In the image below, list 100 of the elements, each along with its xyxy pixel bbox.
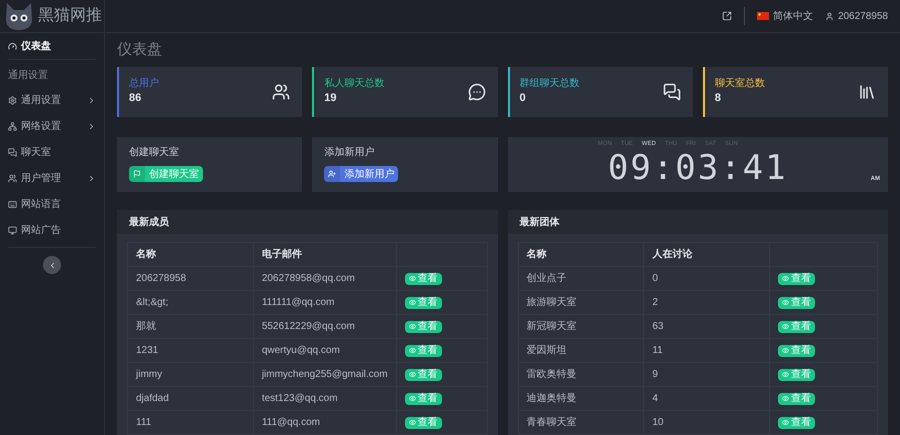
stat-value: 0 (520, 90, 527, 106)
chevron-icon (87, 96, 96, 104)
table-cell: 0 (652, 273, 658, 284)
bookshelf-icon (858, 83, 876, 101)
sidebar-item[interactable]: 网络设置 (0, 113, 104, 139)
sidebar-section-label: 通用设置 (7, 68, 49, 83)
card-title: 最新成员 (129, 215, 169, 230)
eye-icon (782, 275, 790, 282)
table-cell: 爱因斯坦 (526, 345, 566, 356)
eye-icon (782, 371, 790, 378)
column-header: 名称 (136, 249, 156, 260)
table-cell: djafdad (136, 393, 169, 404)
action-button[interactable]: 创建聊天室 (129, 166, 203, 182)
view-button[interactable]: 查看 (404, 392, 442, 404)
user-plus-icon (328, 170, 336, 178)
table-cell: 青春聊天室 (526, 417, 576, 428)
table-cell: &lt;&gt; (136, 297, 168, 308)
eye-icon (408, 347, 416, 354)
stat-label: 群组聊天总数 (520, 78, 580, 90)
table-cell: 旅游聊天室 (526, 297, 576, 308)
sidebar-item[interactable]: 用户管理 (0, 165, 104, 191)
table-cell: 1231 (136, 345, 158, 356)
table-cell: 9 (652, 369, 658, 380)
network-icon (8, 122, 17, 130)
table-cell: 206278958@qq.com (262, 273, 355, 284)
stat-label: 总用户 (129, 78, 159, 90)
table-cell: 10 (652, 417, 664, 428)
table-cell: 迪迦奥特曼 (526, 393, 576, 404)
table-cell: qwertyu@qq.com (262, 345, 340, 356)
cat-logo-icon (4, 1, 34, 31)
table-cell: 雷欧奥特曼 (526, 369, 576, 380)
eye-icon (782, 299, 790, 306)
china-flag-icon (756, 12, 769, 20)
view-button[interactable]: 查看 (404, 296, 442, 308)
table-cell: 新冠聊天室 (526, 321, 576, 332)
chevron-icon (87, 122, 96, 130)
eye-icon (408, 371, 416, 378)
eye-icon (782, 419, 790, 426)
external-link-icon[interactable] (722, 11, 732, 21)
view-button[interactable]: 查看 (778, 272, 816, 284)
view-button[interactable]: 查看 (404, 368, 442, 380)
chevron-icon (87, 174, 96, 182)
gear-icon (8, 96, 17, 104)
column-header: 人在讨论 (652, 249, 692, 260)
action-title: 添加新用户 (324, 146, 376, 160)
view-button[interactable]: 查看 (778, 320, 816, 332)
action-title: 创建聊天室 (129, 146, 180, 160)
sidebar-item[interactable]: 网站语言 (0, 191, 104, 217)
table-cell: jimmycheng255@gmail.com (262, 369, 388, 380)
brand-name: 黑猫网推 (38, 6, 102, 26)
users-icon (8, 174, 17, 182)
eye-icon (782, 395, 790, 402)
table-cell: jimmy (136, 369, 162, 380)
users-icon (272, 83, 290, 101)
view-button[interactable]: 查看 (778, 368, 816, 380)
view-button[interactable]: 查看 (778, 392, 816, 404)
stat-value: 86 (129, 90, 142, 106)
dashboard-icon (8, 42, 17, 50)
view-button[interactable]: 查看 (404, 320, 442, 332)
eye-icon (408, 419, 416, 426)
view-button[interactable]: 查看 (404, 344, 442, 356)
clock-time: 09:03:41 (608, 148, 788, 188)
page-title: 仪表盘 (117, 40, 163, 60)
eye-icon (408, 299, 416, 306)
table-cell: 11 (652, 345, 663, 356)
stat-label: 聊天室总数 (714, 78, 765, 90)
view-button[interactable]: 查看 (778, 296, 816, 308)
keyboard-icon (8, 200, 17, 208)
user-menu[interactable]: 206278958 (824, 8, 888, 24)
eye-icon (408, 323, 416, 330)
column-header: 名称 (526, 249, 546, 260)
chat-bubble-icon (468, 83, 486, 101)
table-cell: 63 (652, 321, 664, 332)
table-cell: 创业点子 (526, 273, 566, 284)
sidebar-item[interactable]: 仪表盘 (0, 33, 104, 59)
column-header: 电子邮件 (262, 249, 302, 260)
sidebar-item[interactable]: 通用设置 (0, 87, 104, 113)
collapse-sidebar-button[interactable] (43, 256, 61, 274)
table-cell: 4 (652, 393, 658, 404)
view-button[interactable]: 查看 (778, 416, 816, 428)
chat-icon (8, 148, 17, 156)
table-cell: 111111@qq.com (262, 297, 334, 308)
eye-icon (408, 275, 416, 282)
sidebar-item[interactable]: 聊天室 (0, 139, 104, 165)
table-cell: 111 (136, 417, 152, 428)
sidebar-item[interactable]: 网站广告 (0, 217, 104, 243)
view-button[interactable]: 查看 (404, 272, 442, 284)
stat-label: 私人聊天总数 (324, 78, 384, 90)
stat-value: 8 (714, 90, 722, 106)
language-selector[interactable]: 简体中文 (756, 8, 813, 24)
table-cell: 206278958 (136, 273, 186, 284)
view-button[interactable]: 查看 (404, 416, 442, 428)
action-button[interactable]: 添加新用户 (324, 166, 398, 182)
chat-bubbles-icon (662, 83, 681, 101)
stat-value: 19 (324, 90, 338, 106)
table-cell: 2 (652, 297, 658, 308)
card-title: 最新团体 (520, 215, 560, 230)
view-button[interactable]: 查看 (778, 344, 816, 356)
table-cell: 111@qq.com (262, 417, 320, 428)
eye-icon (782, 323, 790, 330)
